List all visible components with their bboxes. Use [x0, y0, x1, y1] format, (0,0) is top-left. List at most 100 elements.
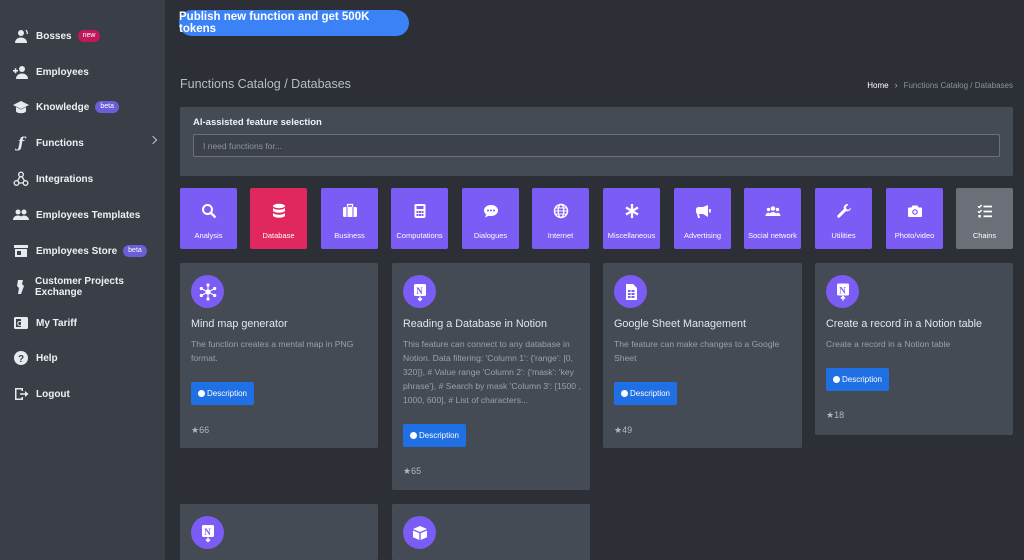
sidebar-item-label: Bosses	[36, 30, 72, 42]
category-database[interactable]: Database	[250, 188, 307, 249]
wrench-icon	[836, 203, 852, 219]
airtable-icon	[403, 516, 436, 549]
sidebar-item-functions[interactable]: ƒ Functions	[0, 128, 166, 158]
function-card-google-sheet-management[interactable]: Google Sheet Management The feature can …	[603, 263, 802, 448]
card-rating: ★18	[826, 410, 844, 421]
category-computations[interactable]: Computations	[391, 188, 448, 249]
add-user-icon	[12, 63, 30, 81]
info-icon	[620, 390, 628, 397]
category-label: Social network	[748, 231, 797, 240]
sidebar-item-employees-store[interactable]: Employees Store beta	[0, 236, 166, 266]
card-description: The feature can make changes to a Google…	[614, 339, 780, 363]
sidebar-item-label: My Tariff	[36, 317, 77, 329]
category-analysis[interactable]: Analysis	[180, 188, 237, 249]
tariff-icon: C	[12, 314, 30, 332]
info-icon	[832, 376, 840, 383]
google-sheet-icon	[614, 275, 647, 308]
category-label: Dialogues	[473, 231, 508, 240]
sidebar-item-logout[interactable]: Logout	[0, 379, 166, 409]
card-title: Google Sheet Management	[614, 318, 747, 330]
category-social-network[interactable]: Social network	[744, 188, 801, 249]
category-label: Computations	[396, 231, 443, 240]
sidebar-item-my-tariff[interactable]: C My Tariff	[0, 308, 166, 338]
sidebar: Bosses new Employees Knowledge beta ƒ Fu…	[0, 0, 166, 560]
description-button-label: Description	[206, 389, 247, 398]
bosses-icon	[12, 27, 30, 45]
beta-badge: beta	[123, 245, 147, 257]
function-search-input[interactable]	[193, 134, 1000, 157]
beta-badge: beta	[95, 101, 119, 113]
category-label: Miscellaneous	[607, 231, 656, 240]
star-icon: ★	[191, 425, 200, 435]
category-miscellaneous[interactable]: Miscellaneous	[603, 188, 660, 249]
chevron-right-icon: ›	[894, 80, 898, 90]
info-icon	[409, 432, 417, 439]
breadcrumb-current: Functions Catalog / Databases	[903, 80, 1013, 90]
function-card-airtable-partial[interactable]	[392, 504, 590, 560]
sidebar-item-help[interactable]: ? Help	[0, 343, 166, 373]
description-button-label: Description	[418, 431, 459, 440]
star-icon: ★	[826, 410, 835, 420]
sidebar-item-label: Integrations	[36, 173, 94, 185]
sidebar-item-label: Knowledge	[36, 101, 90, 113]
ai-feature-selection-panel: AI-assisted feature selection	[180, 107, 1013, 176]
card-rating: ★65	[403, 466, 421, 477]
description-button[interactable]: Description	[614, 382, 677, 405]
function-card-create-record-notion[interactable]: N Create a record in a Notion table Crea…	[815, 263, 1013, 435]
sidebar-item-employees[interactable]: Employees	[0, 57, 166, 87]
category-business[interactable]: Business	[321, 188, 378, 249]
new-badge: new	[77, 30, 101, 42]
list-check-icon	[977, 203, 993, 219]
sidebar-item-knowledge[interactable]: Knowledge beta	[0, 92, 166, 122]
svg-text:N: N	[416, 286, 423, 296]
card-description: Create a record in a Notion table	[826, 339, 951, 349]
category-utilities[interactable]: Utilities	[815, 188, 872, 249]
camera-icon	[907, 203, 923, 219]
sidebar-item-label: Employees Templates	[36, 209, 141, 221]
briefcase-icon	[342, 203, 358, 219]
svg-text:?: ?	[18, 354, 24, 365]
notion-download-icon: N	[403, 275, 436, 308]
integrations-icon	[12, 170, 30, 188]
category-label: Chains	[972, 231, 997, 240]
card-title: Reading a Database in Notion	[403, 318, 548, 330]
rating-value: 49	[622, 425, 633, 435]
svg-text:N: N	[204, 527, 211, 537]
function-card-reading-database-notion[interactable]: N Reading a Database in Notion This feat…	[392, 263, 590, 490]
description-button[interactable]: Description	[191, 382, 254, 405]
card-rating: ★66	[191, 425, 209, 436]
sidebar-item-bosses[interactable]: Bosses new	[0, 21, 166, 51]
category-label: Utilities	[831, 231, 856, 240]
category-photo-video[interactable]: Photo/video	[886, 188, 943, 249]
users-icon	[12, 206, 30, 224]
function-card-mind-map-generator[interactable]: Mind map generator The function creates …	[180, 263, 378, 448]
sidebar-item-employees-templates[interactable]: Employees Templates	[0, 200, 166, 230]
sidebar-item-integrations[interactable]: Integrations	[0, 164, 166, 194]
rating-value: 18	[834, 410, 845, 420]
store-icon	[12, 242, 30, 260]
sidebar-item-customer-projects-exchange[interactable]: Customer Projects Exchange	[0, 272, 166, 302]
card-rating: ★49	[614, 425, 632, 436]
publish-function-button[interactable]: Publish new function and get 500K tokens	[179, 10, 409, 36]
category-chains[interactable]: Chains	[956, 188, 1013, 249]
category-internet[interactable]: Internet	[532, 188, 589, 249]
description-button[interactable]: Description	[826, 368, 889, 391]
category-label: Analysis	[194, 231, 223, 240]
category-dialogues[interactable]: Dialogues	[462, 188, 519, 249]
info-icon	[197, 390, 205, 397]
notion-upload-icon: N	[826, 275, 859, 308]
people-icon	[765, 203, 781, 219]
function-card-notion-partial[interactable]: N	[180, 504, 378, 560]
category-advertising[interactable]: Advertising	[674, 188, 731, 249]
description-button[interactable]: Description	[403, 424, 466, 447]
svg-text:N: N	[839, 285, 846, 295]
breadcrumb-home-link[interactable]: Home	[867, 81, 888, 90]
ai-feature-selection-label: AI-assisted feature selection	[193, 117, 322, 128]
page-title: Functions Catalog / Databases	[180, 77, 351, 91]
mind-map-icon	[191, 275, 224, 308]
category-label: Business	[334, 231, 365, 240]
rating-value: 65	[411, 466, 422, 476]
breadcrumb: Home › Functions Catalog / Databases	[867, 80, 1013, 90]
function-icon: ƒ	[17, 134, 25, 152]
database-icon	[271, 203, 287, 219]
